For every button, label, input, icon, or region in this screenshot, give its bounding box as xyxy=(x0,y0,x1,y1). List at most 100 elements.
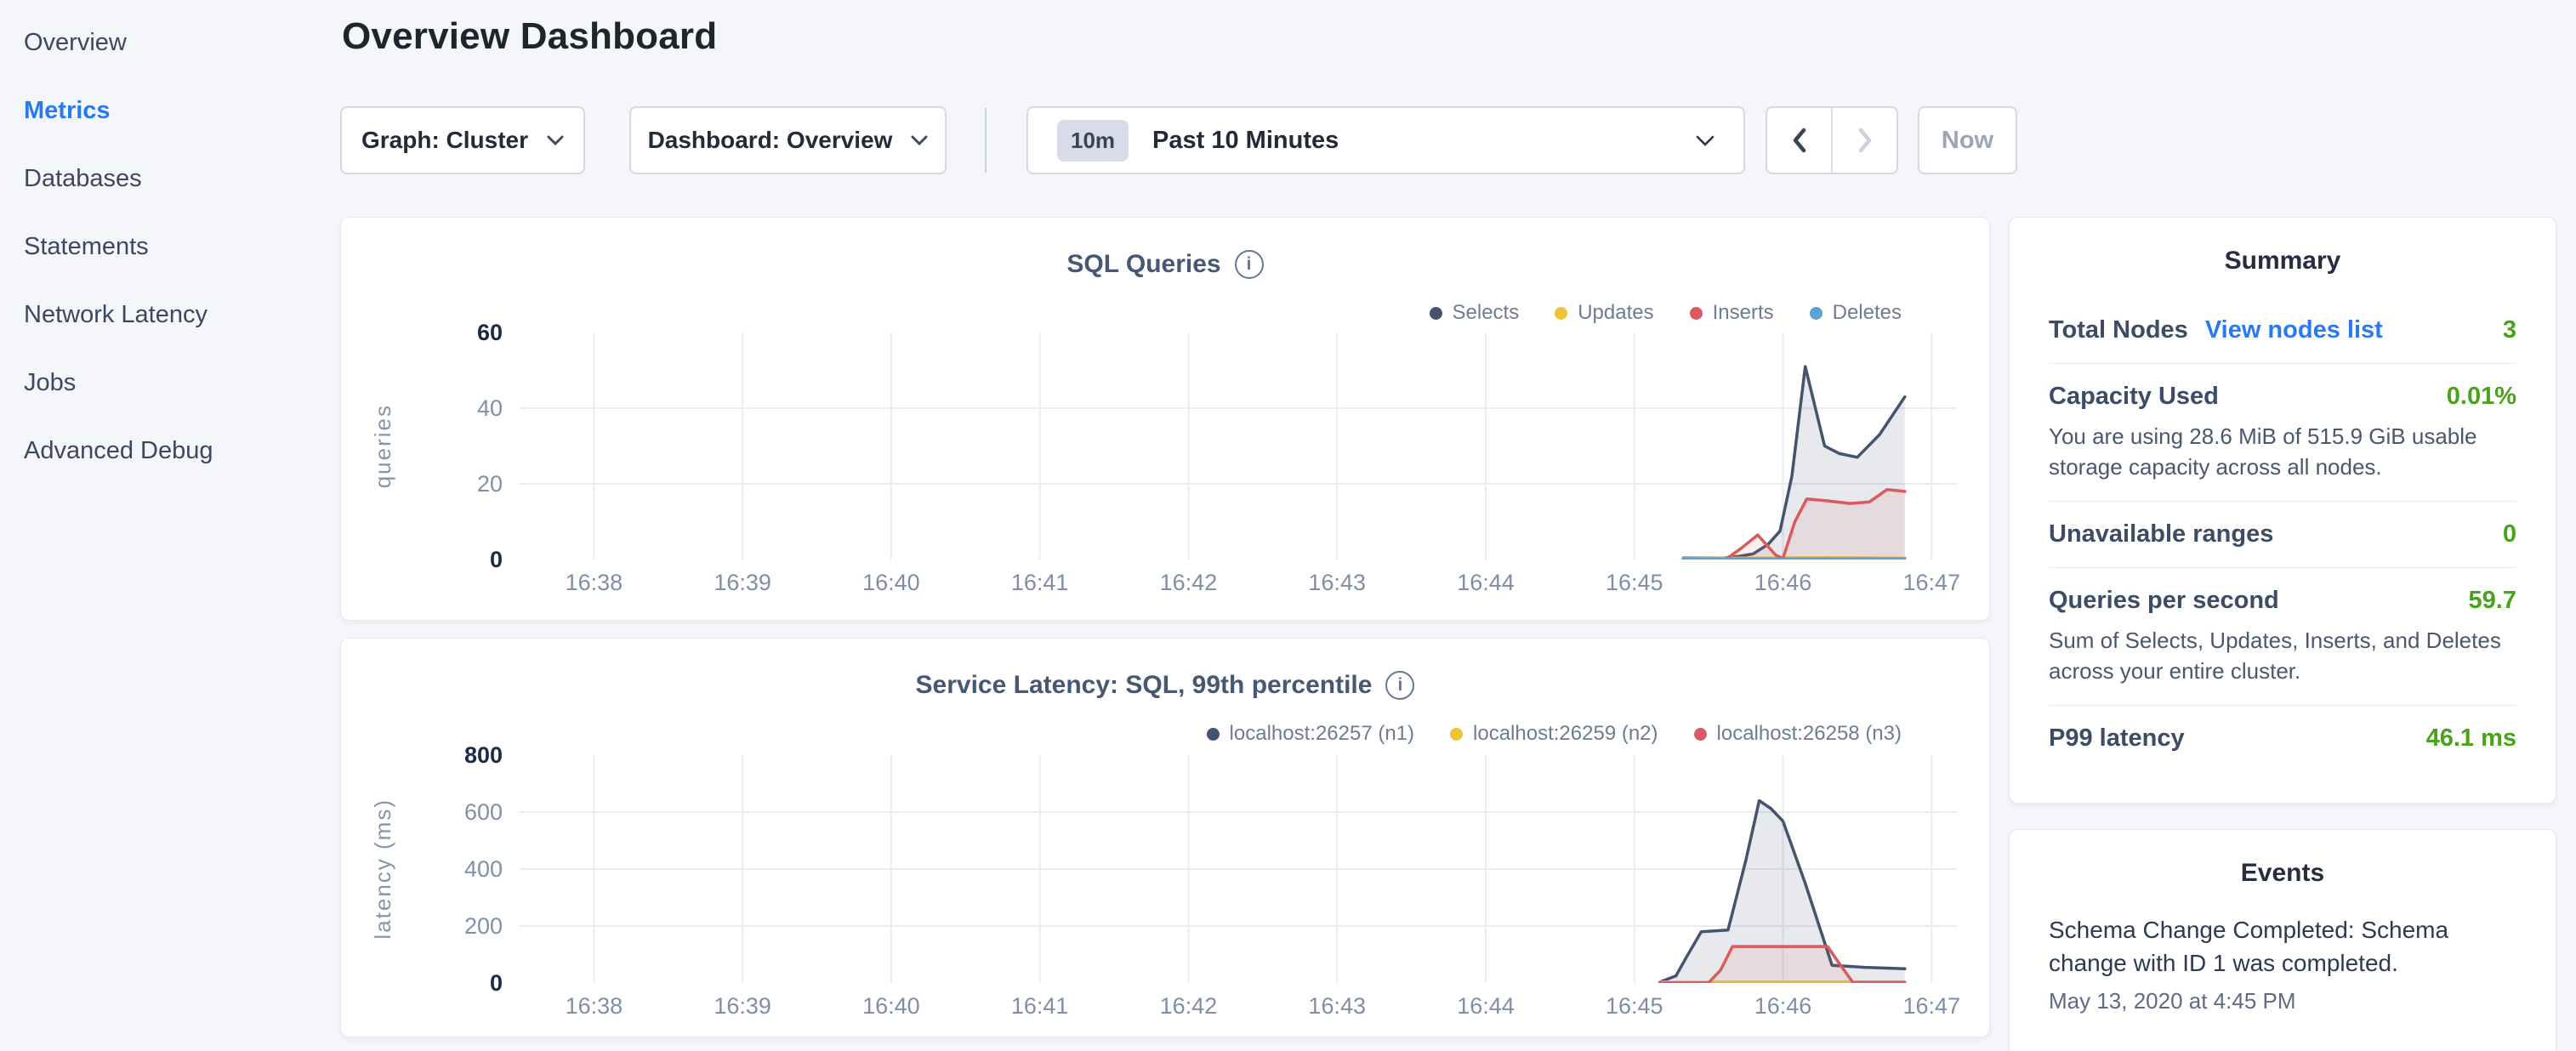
legend-label: Updates xyxy=(1578,301,1653,325)
events-panel: Events Schema Change Completed: Schema c… xyxy=(2009,829,2556,1051)
event-timestamp: May 13, 2020 at 4:45 PM xyxy=(2049,988,2516,1014)
summary-row: Unavailable ranges0 xyxy=(2049,502,2516,568)
page-title: Overview Dashboard xyxy=(342,15,717,58)
x-tick: 16:46 xyxy=(1724,993,1843,1020)
sidebar: OverviewMetricsDatabasesStatementsNetwor… xyxy=(0,0,340,485)
summary-row-head: Total NodesView nodes list3 xyxy=(2049,316,2516,344)
chevron-right-icon xyxy=(1854,125,1876,156)
legend-label: localhost:26257 (n1) xyxy=(1230,722,1414,746)
chevron-down-icon xyxy=(547,135,564,145)
y-tick: 40 xyxy=(341,395,503,422)
time-range-badge: 10m xyxy=(1057,120,1129,162)
summary-row: Queries per second 59.7 Sum of Selects, Up… xyxy=(2049,568,2516,706)
time-prev-button[interactable] xyxy=(1767,108,1831,173)
info-icon[interactable]: i xyxy=(1385,671,1414,700)
y-tick: 600 xyxy=(341,798,503,826)
legend-item-deletes[interactable]: Deletes xyxy=(1810,301,1902,325)
summary-rows: Total NodesView nodes list3Capacity Used… xyxy=(2010,298,2556,771)
chart-title: SQL Queries xyxy=(1066,250,1220,279)
x-tick: 16:47 xyxy=(1872,570,1991,596)
legend-dot xyxy=(1810,307,1823,320)
event-item: Schema Change Completed: Schema change w… xyxy=(2049,913,2516,1014)
time-next-button[interactable] xyxy=(1831,108,1896,173)
chevron-down-icon xyxy=(911,135,928,145)
dashboard-dropdown[interactable]: Dashboard: Overview xyxy=(629,106,947,174)
x-tick: 16:47 xyxy=(1872,993,1991,1020)
now-button[interactable]: Now xyxy=(1918,106,2017,174)
legend-item-localhost-26258-n3-[interactable]: localhost:26258 (n3) xyxy=(1694,722,1902,746)
x-tick: 16:43 xyxy=(1277,570,1396,596)
x-tick: 16:39 xyxy=(683,993,802,1020)
sidebar-item-databases[interactable]: Databases xyxy=(0,145,340,213)
y-tick: 400 xyxy=(341,855,503,883)
summary-title: Summary xyxy=(2010,247,2556,276)
view-nodes-link[interactable]: View nodes list xyxy=(2205,316,2383,344)
legend-item-selects[interactable]: Selects xyxy=(1430,301,1520,325)
legend-dot xyxy=(1690,307,1703,320)
x-tick: 16:44 xyxy=(1426,993,1545,1020)
summary-panel: Summary Total NodesView nodes list3Capac… xyxy=(2009,217,2556,804)
x-axis-ticks: 16:3816:3916:4016:4116:4216:4316:4416:45… xyxy=(520,570,1957,604)
legend-label: localhost:26258 (n3) xyxy=(1717,722,1902,746)
sidebar-item-overview[interactable]: Overview xyxy=(0,9,340,77)
summary-row-head: Capacity Used0.01% xyxy=(2049,383,2516,411)
summary-row-value: 0.01% xyxy=(2447,383,2516,411)
summary-row-value: 59.7 xyxy=(2469,587,2516,615)
chevron-down-icon xyxy=(1696,135,1714,146)
legend-item-inserts[interactable]: Inserts xyxy=(1690,301,1774,325)
sidebar-item-advanced-debug[interactable]: Advanced Debug xyxy=(0,417,340,485)
x-tick: 16:45 xyxy=(1575,570,1694,596)
summary-row-label: Queries per second xyxy=(2049,587,2279,615)
summary-row: P99 latency 46.1 ms xyxy=(2049,706,2516,771)
graph-dropdown-label: Graph: Cluster xyxy=(361,127,528,154)
y-axis-ticks: 0200400600800 xyxy=(341,755,503,983)
events-title: Events xyxy=(2010,859,2556,888)
legend-item-localhost-26257-n1-[interactable]: localhost:26257 (n1) xyxy=(1207,722,1414,746)
chart-legend: localhost:26257 (n1) localhost:26259 (n2)… xyxy=(1207,722,1902,746)
x-tick: 16:42 xyxy=(1129,570,1248,596)
time-pager xyxy=(1766,106,1898,174)
legend-label: localhost:26259 (n2) xyxy=(1473,722,1658,746)
x-tick: 16:44 xyxy=(1426,570,1545,596)
chart-plot-area[interactable] xyxy=(520,755,1957,983)
summary-row-value: 46.1 ms xyxy=(2426,724,2516,753)
sidebar-item-jobs[interactable]: Jobs xyxy=(0,349,340,417)
chart-plot-area[interactable] xyxy=(520,332,1957,560)
summary-row-description: Sum of Selects, Updates, Inserts, and De… xyxy=(2049,625,2516,686)
legend-item-localhost-26259-n2-[interactable]: localhost:26259 (n2) xyxy=(1450,722,1658,746)
legend-dot xyxy=(1207,728,1220,741)
event-message: Schema Change Completed: Schema change w… xyxy=(2049,913,2516,980)
x-axis-ticks: 16:3816:3916:4016:4116:4216:4316:4416:45… xyxy=(520,993,1957,1027)
legend-item-updates[interactable]: Updates xyxy=(1555,301,1653,325)
y-tick: 60 xyxy=(341,319,503,346)
y-tick: 800 xyxy=(341,741,503,769)
y-axis-ticks: 0204060 xyxy=(341,332,503,560)
legend-dot xyxy=(1430,307,1442,320)
legend-dot xyxy=(1555,307,1567,320)
sidebar-item-network-latency[interactable]: Network Latency xyxy=(0,281,340,349)
x-tick: 16:41 xyxy=(981,993,1100,1020)
summary-row-description: You are using 28.6 MiB of 515.9 GiB usab… xyxy=(2049,421,2516,482)
toolbar-divider xyxy=(985,108,987,173)
sidebar-item-metrics[interactable]: Metrics xyxy=(0,77,340,145)
chart-legend: Selects Updates Inserts Deletes xyxy=(1430,301,1902,325)
chevron-left-icon xyxy=(1788,125,1811,156)
sidebar-item-statements[interactable]: Statements xyxy=(0,213,340,281)
legend-dot xyxy=(1450,728,1463,741)
events-list: Schema Change Completed: Schema change w… xyxy=(2010,913,2556,1014)
x-tick: 16:39 xyxy=(683,570,802,596)
y-tick: 20 xyxy=(341,470,503,497)
legend-label: Deletes xyxy=(1833,301,1902,325)
time-range-picker[interactable]: 10m Past 10 Minutes xyxy=(1026,106,1745,174)
info-icon[interactable]: i xyxy=(1235,250,1264,279)
x-tick: 16:40 xyxy=(832,570,951,596)
y-tick: 0 xyxy=(341,546,503,573)
service-latency-chart-card: Service Latency: SQL, 99th percentile i … xyxy=(340,638,1990,1037)
time-range-label: Past 10 Minutes xyxy=(1152,127,1339,155)
summary-row-value: 3 xyxy=(2503,316,2516,344)
graph-dropdown[interactable]: Graph: Cluster xyxy=(340,106,585,174)
summary-row-label: P99 latency xyxy=(2049,724,2185,753)
dashboard-dropdown-label: Dashboard: Overview xyxy=(648,127,893,154)
summary-row-head: Queries per second 59.7 xyxy=(2049,587,2516,615)
x-tick: 16:42 xyxy=(1129,993,1248,1020)
